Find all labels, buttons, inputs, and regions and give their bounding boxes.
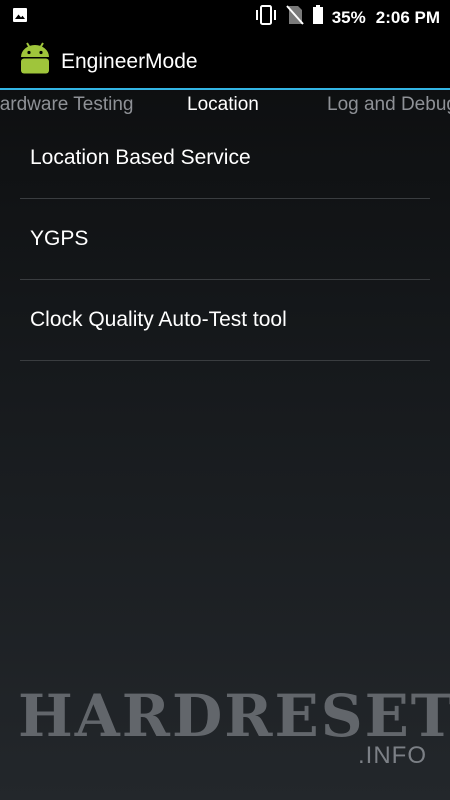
no-sim-icon — [285, 5, 304, 30]
tab-log-and-debugging[interactable]: Log and Debugging — [327, 94, 450, 116]
tab-location[interactable]: Location — [187, 94, 259, 116]
app-title: EngineerMode — [61, 50, 198, 73]
settings-list: Location Based Service YGPS Clock Qualit… — [0, 118, 450, 361]
list-item-location-based-service[interactable]: Location Based Service — [20, 118, 430, 199]
list-item-label: Location Based Service — [30, 146, 251, 169]
android-icon — [18, 41, 52, 82]
list-item-label: Clock Quality Auto-Test tool — [30, 308, 287, 331]
clock-time: 2:06 PM — [375, 7, 440, 27]
battery-percent: 35% — [331, 7, 366, 27]
list-item-label: YGPS — [30, 227, 89, 250]
status-bar: 35% 2:06 PM — [0, 0, 450, 32]
app-screen: 35% 2:06 PM EngineerMode Hardware Testin… — [0, 0, 450, 800]
list-item-clock-quality-auto-test[interactable]: Clock Quality Auto-Test tool — [20, 280, 430, 361]
list-item-ygps[interactable]: YGPS — [20, 199, 430, 280]
tab-hardware-testing[interactable]: Hardware Testing — [0, 94, 134, 116]
watermark-logo: HARDRESET — [18, 682, 450, 750]
battery-icon — [312, 5, 324, 30]
action-bar: EngineerMode — [0, 32, 450, 88]
vibrate-icon — [254, 5, 278, 30]
watermark-suffix: .INFO — [358, 742, 427, 769]
image-icon — [12, 7, 28, 28]
